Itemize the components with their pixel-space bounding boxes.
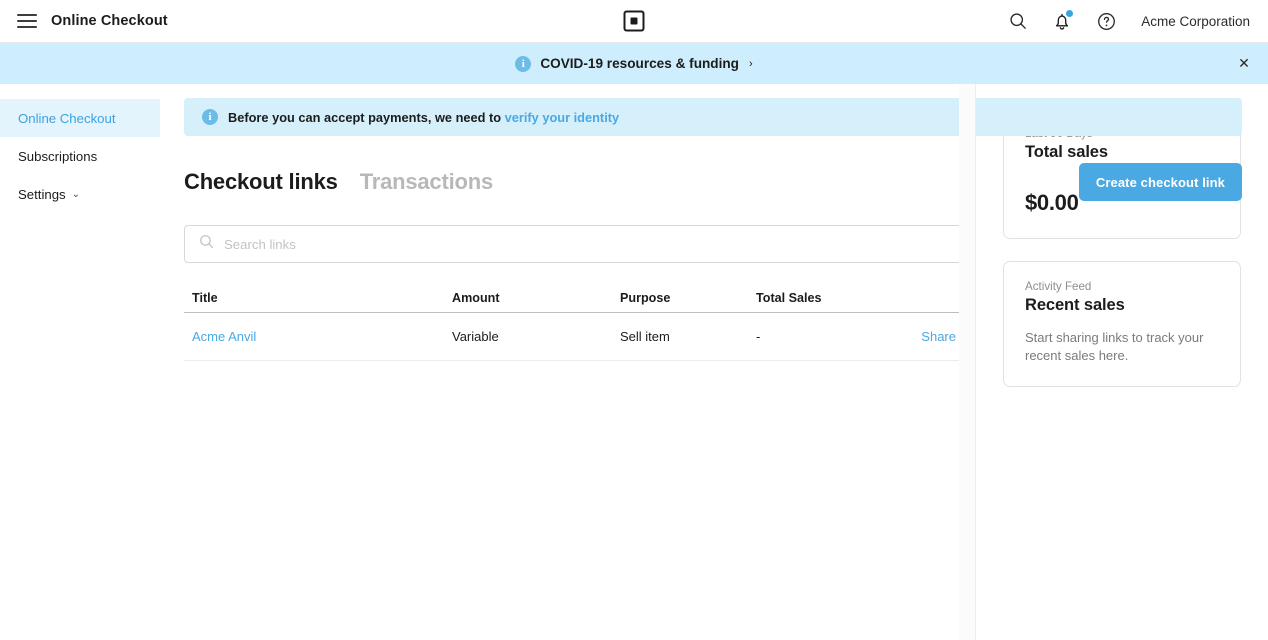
verify-banner-text: Before you can accept payments, we need … bbox=[228, 110, 619, 125]
search-icon[interactable] bbox=[1007, 10, 1029, 32]
sidebar-item-label: Settings bbox=[18, 186, 66, 202]
merchant-account-name[interactable]: Acme Corporation bbox=[1141, 14, 1250, 29]
main-content: i Before you can accept payments, we nee… bbox=[160, 84, 1242, 640]
page-body: Online Checkout Subscriptions Settings ⌄… bbox=[0, 84, 1268, 640]
search-icon bbox=[199, 234, 214, 254]
covid-banner-text: COVID-19 resources & funding bbox=[540, 56, 739, 71]
recent-sales-empty-state-text: Start sharing links to track your recent… bbox=[1025, 330, 1204, 363]
sidebar-item-label: Subscriptions bbox=[18, 148, 98, 164]
verify-banner-message: Before you can accept payments, we need … bbox=[228, 109, 505, 125]
bell-icon[interactable] bbox=[1051, 10, 1074, 32]
checkout-link-title-link[interactable]: Acme Anvil bbox=[192, 329, 256, 344]
recent-sales-eyebrow: Activity Feed bbox=[1025, 280, 1092, 293]
sidebar-item-subscriptions[interactable]: Subscriptions bbox=[0, 137, 160, 175]
notification-badge-dot bbox=[1066, 10, 1074, 17]
recent-sales-card: Activity Feed Recent sales Start sharing… bbox=[1003, 261, 1241, 388]
square-logo-icon bbox=[623, 10, 645, 32]
info-circle-icon: i bbox=[515, 55, 532, 72]
main-inner: i Before you can accept payments, we nee… bbox=[160, 84, 1242, 361]
top-bar-left: Online Checkout bbox=[0, 13, 168, 29]
sidebar-item-settings[interactable]: Settings ⌄ bbox=[0, 175, 160, 213]
table-row[interactable]: Acme Anvil Variable Sell item - Share bbox=[184, 313, 964, 361]
column-header-purpose: Purpose bbox=[620, 290, 671, 305]
table-header-row: Title Amount Purpose Total Sales bbox=[184, 283, 964, 313]
cell-total-sales: - bbox=[756, 329, 761, 344]
cell-actions: Share bbox=[900, 329, 964, 344]
column-header-amount: Amount bbox=[452, 290, 500, 305]
checkout-links-table: Title Amount Purpose Total Sales Acme An… bbox=[184, 283, 964, 361]
sidebar-item-label: Online Checkout bbox=[18, 110, 116, 126]
top-bar: Online Checkout Acme Corporation bbox=[0, 0, 1268, 43]
tab-transactions[interactable]: Transactions bbox=[360, 169, 494, 195]
covid-banner-link[interactable]: i COVID-19 resources & funding › bbox=[515, 55, 753, 72]
info-circle-icon: i bbox=[202, 109, 218, 125]
recent-sales-title: Recent sales bbox=[1025, 296, 1125, 314]
hamburger-menu-icon[interactable] bbox=[17, 14, 37, 28]
help-circle-icon[interactable] bbox=[1095, 10, 1117, 32]
sidebar-nav: Online Checkout Subscriptions Settings ⌄ bbox=[0, 84, 160, 640]
chevron-right-icon: › bbox=[748, 57, 753, 70]
verify-identity-link[interactable]: verify your identity bbox=[505, 110, 620, 125]
verify-identity-banner: i Before you can accept payments, we nee… bbox=[184, 98, 1242, 136]
create-checkout-link-button[interactable]: Create checkout link bbox=[1078, 163, 1242, 201]
app-title: Online Checkout bbox=[51, 13, 168, 29]
covid-banner: i COVID-19 resources & funding › ✕ bbox=[0, 43, 1268, 84]
sidebar-item-online-checkout[interactable]: Online Checkout bbox=[0, 99, 160, 137]
tab-checkout-links[interactable]: Checkout links bbox=[184, 169, 338, 195]
close-icon[interactable]: ✕ bbox=[1234, 54, 1254, 74]
total-sales-title: Total sales bbox=[1025, 143, 1108, 161]
tabs-row: Checkout links Transactions Create check… bbox=[184, 163, 1242, 201]
share-link-button[interactable]: Share bbox=[921, 329, 956, 344]
top-bar-right: Acme Corporation bbox=[1007, 10, 1268, 32]
search-links-field[interactable] bbox=[184, 225, 976, 263]
cell-purpose: Sell item bbox=[620, 329, 670, 344]
chevron-down-icon: ⌄ bbox=[71, 188, 81, 200]
search-input[interactable] bbox=[224, 236, 961, 252]
cell-title: Acme Anvil bbox=[184, 329, 452, 344]
column-header-total-sales: Total Sales bbox=[756, 290, 822, 305]
cell-amount: Variable bbox=[452, 329, 499, 344]
content-gutter bbox=[959, 84, 975, 640]
vertical-divider bbox=[975, 84, 976, 640]
column-header-title: Title bbox=[192, 290, 218, 305]
